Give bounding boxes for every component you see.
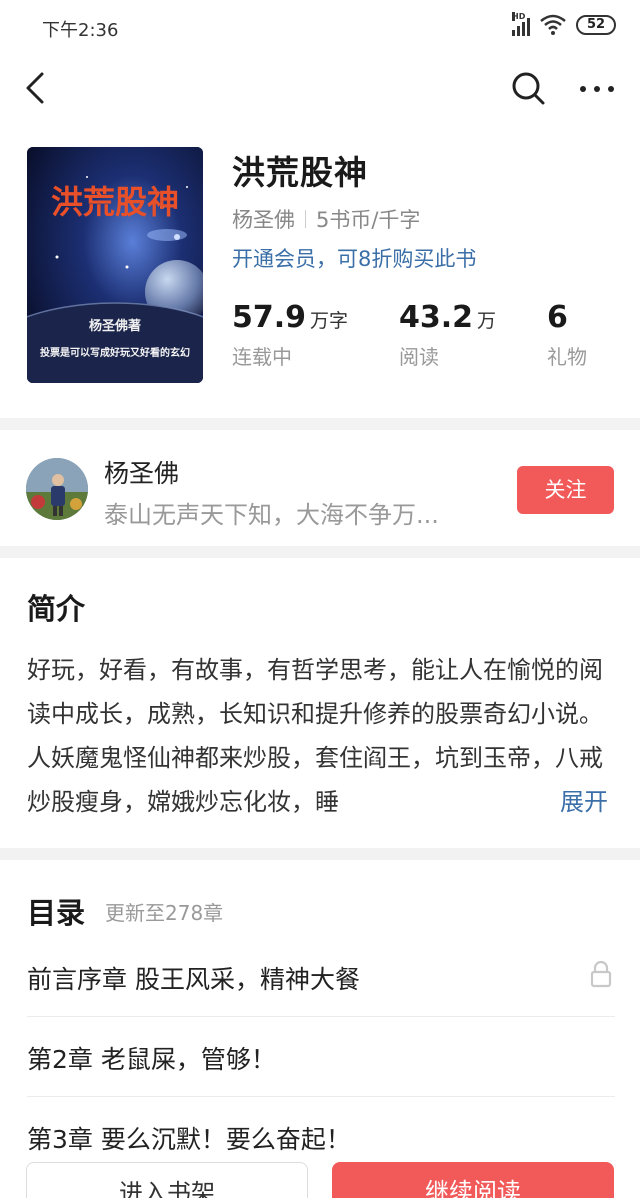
stat-label: 阅读 bbox=[399, 345, 439, 369]
stat-reads: 43.2 万 阅读 bbox=[399, 300, 496, 370]
more-horizontal-icon[interactable] bbox=[574, 66, 620, 112]
book-meta: 杨圣佛 5书币/千字 bbox=[232, 204, 420, 234]
book-cover[interactable]: 洪荒股神 杨圣佛著 投票是可以写成好玩又好看的玄幻 bbox=[27, 147, 203, 383]
status-time: 下午2:36 bbox=[42, 20, 119, 41]
book-title: 洪荒股神 bbox=[232, 153, 368, 192]
stat-word-count: 57.9 万字 连载中 bbox=[232, 300, 348, 370]
stat-value: 57.9 bbox=[232, 300, 307, 335]
stat-label: 礼物 bbox=[547, 345, 587, 369]
wifi-icon bbox=[540, 14, 566, 35]
section-divider bbox=[0, 848, 640, 860]
chapter-item[interactable]: 前言序章 股王风采，精神大餐 bbox=[0, 936, 640, 1016]
network-type-label: HD bbox=[512, 12, 526, 21]
chapter-title: 第3章 要么沉默！要么奋起！ bbox=[27, 1125, 351, 1154]
battery-indicator: 52 bbox=[576, 15, 616, 35]
search-icon[interactable] bbox=[506, 66, 552, 112]
toc-title[interactable]: 目录 bbox=[27, 890, 85, 932]
vip-offer-link[interactable]: 开通会员，可8折购买此书 bbox=[232, 243, 476, 273]
avatar[interactable] bbox=[26, 458, 88, 520]
status-bar: 下午2:36 HD 52 bbox=[0, 0, 640, 56]
stat-label: 连载中 bbox=[232, 345, 292, 369]
chapter-title: 第2章 老鼠屎，管够！ bbox=[27, 1045, 276, 1074]
author-name[interactable]: 杨圣佛 bbox=[104, 454, 179, 490]
lock-icon bbox=[590, 960, 612, 988]
book-author[interactable]: 杨圣佛 bbox=[232, 204, 295, 234]
synopsis-title: 简介 bbox=[27, 592, 86, 626]
section-divider bbox=[0, 418, 640, 430]
stat-value: 43.2 bbox=[399, 300, 474, 335]
cover-author-text: 杨圣佛著 bbox=[89, 318, 141, 334]
stat-gifts[interactable]: 6 礼物 bbox=[547, 300, 587, 370]
add-to-shelf-button[interactable]: 进入书架 bbox=[26, 1162, 308, 1198]
meta-divider bbox=[305, 210, 306, 228]
section-divider bbox=[0, 546, 640, 558]
status-icons: HD 52 bbox=[512, 12, 616, 36]
stat-unit: 万 bbox=[477, 310, 497, 332]
toc-update-status: 更新至278章 bbox=[105, 901, 224, 925]
cover-title-text: 洪荒股神 bbox=[51, 183, 179, 221]
author-avatar-image bbox=[26, 458, 88, 520]
chapter-title: 前言序章 股王风采，精神大餐 bbox=[27, 965, 360, 994]
expand-link[interactable]: 展开 bbox=[560, 780, 620, 824]
book-price: 5书币/千字 bbox=[316, 208, 421, 232]
stat-unit: 万字 bbox=[310, 310, 349, 332]
follow-button[interactable]: 关注 bbox=[517, 466, 614, 514]
author-motto: 泰山无声天下知，大海不争万... bbox=[104, 501, 439, 529]
continue-reading-button[interactable]: 继续阅读 bbox=[332, 1162, 614, 1198]
synopsis-fade bbox=[510, 780, 560, 824]
chapter-item[interactable]: 第2章 老鼠屎，管够！ bbox=[0, 1016, 640, 1096]
stat-value: 6 bbox=[547, 300, 568, 335]
signal-icon: HD bbox=[512, 12, 530, 36]
top-nav bbox=[0, 56, 640, 122]
book-cover-art: 洪荒股神 杨圣佛著 投票是可以写成好玩又好看的玄幻 bbox=[27, 147, 203, 383]
cover-tagline-text: 投票是可以写成好玩又好看的玄幻 bbox=[40, 346, 190, 359]
chevron-left-icon[interactable] bbox=[14, 66, 58, 110]
